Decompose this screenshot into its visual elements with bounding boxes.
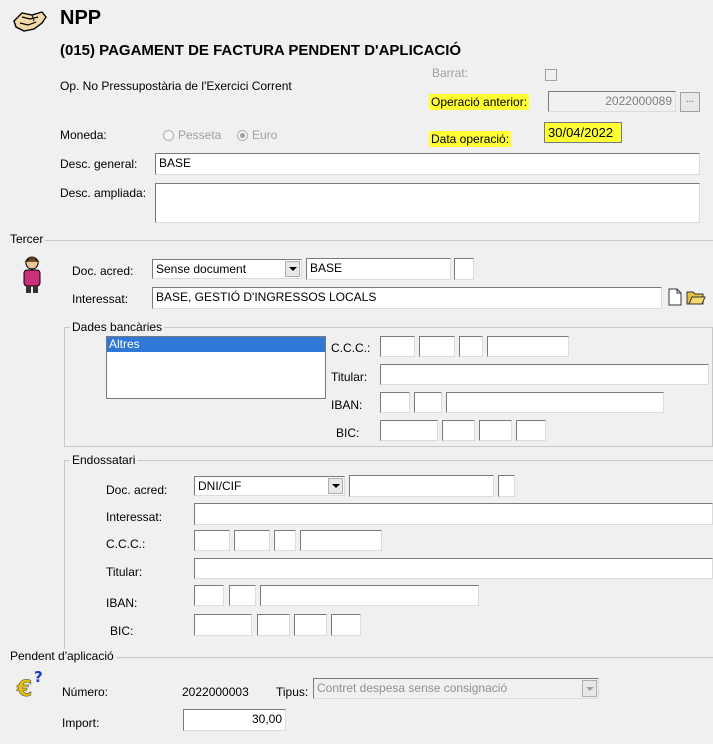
operacio-anterior-browse-button[interactable]: ... (680, 92, 700, 112)
numero-value: 2022000003 (182, 685, 249, 699)
endossatari-iban-label: IBAN: (106, 596, 138, 610)
endossatari-bic-field-4[interactable] (331, 614, 361, 636)
hands-icon (12, 9, 48, 35)
svg-text:?: ? (34, 668, 43, 686)
import-label: Import: (62, 716, 100, 730)
endossatari-ccc-field-3[interactable] (274, 530, 296, 551)
operacio-anterior-label: Operació anterior: (429, 94, 530, 110)
import-field[interactable]: 30,00 (183, 709, 286, 731)
open-folder-icon[interactable] (686, 288, 706, 306)
endossatari-interessat-field[interactable] (194, 503, 713, 525)
tercer-doc-acred-select[interactable]: Sense document (152, 259, 302, 279)
page-title: (015) PAGAMENT DE FACTURA PENDENT D'APLI… (60, 42, 462, 59)
desc-general-label: Desc. general: (60, 157, 138, 171)
tipus-value: Contret despesa sense consignació (317, 681, 508, 695)
moneda-euro-label: Euro (252, 128, 278, 142)
endossatari-bic-field-1[interactable] (194, 614, 252, 636)
tercer-doc-extra-field[interactable] (454, 258, 474, 280)
endossatari-ccc-field-4[interactable] (300, 530, 382, 551)
endossatari-doc-extra-field[interactable] (498, 475, 515, 497)
operacio-anterior-field[interactable]: 2022000089 (548, 91, 676, 112)
iban-label: IBAN: (331, 398, 363, 412)
dades-bancaries-title: Dades bancàries (70, 320, 165, 334)
tipus-label: Tipus: (276, 685, 309, 699)
data-operacio-label: Data operació: (429, 131, 512, 147)
bic-field-3[interactable] (479, 420, 512, 441)
endossatari-title: Endossatari (70, 453, 138, 467)
pendent-section-label: Pendent d'aplicació (8, 649, 116, 663)
moneda-euro-radio[interactable] (237, 130, 248, 141)
data-operacio-field[interactable]: 30/04/2022 (544, 122, 622, 143)
endossatari-doc-acred-value: DNI/CIF (198, 479, 242, 493)
bic-label: BIC: (336, 426, 360, 440)
euro-question-icon: € ? (16, 668, 48, 702)
endossatari-iban-field-1[interactable] (194, 585, 224, 606)
titular-field[interactable] (380, 364, 709, 385)
ccc-field-4[interactable] (487, 336, 569, 357)
numero-label: Número: (62, 685, 109, 699)
person-icon (20, 256, 44, 294)
desc-ampliada-label: Desc. ampliada: (60, 186, 147, 200)
tercer-section-label: Tercer (8, 232, 46, 246)
moneda-pesseta-radio[interactable] (163, 130, 174, 141)
tercer-doc-acred-label: Doc. acred: (72, 264, 134, 278)
desc-general-field[interactable]: BASE (155, 153, 700, 175)
barrat-checkbox[interactable] (545, 69, 557, 81)
endossatari-bic-label: BIC: (110, 624, 134, 638)
ccc-field-1[interactable] (380, 336, 415, 357)
ccc-field-3[interactable] (459, 336, 483, 357)
desc-ampliada-field[interactable] (155, 183, 700, 223)
barrat-label: Barrat: (432, 66, 469, 80)
tercer-interessat-field[interactable]: BASE, GESTIÓ D'INGRESSOS LOCALS (152, 287, 662, 309)
ccc-label: C.C.C.: (331, 341, 371, 355)
svg-text:€: € (16, 677, 32, 700)
moneda-label: Moneda: (60, 128, 107, 142)
endossatari-ccc-field-2[interactable] (234, 530, 270, 551)
new-document-icon[interactable] (667, 288, 683, 306)
list-item[interactable]: Altres (107, 337, 325, 352)
tipus-select[interactable]: Contret despesa sense consignació (313, 678, 599, 699)
tercer-doc-number-field[interactable]: BASE (306, 258, 451, 280)
endossatari-iban-field-2[interactable] (229, 585, 256, 606)
endossatari-iban-field-3[interactable] (260, 585, 479, 606)
chevron-down-icon[interactable] (285, 261, 300, 277)
tercer-separator (8, 240, 713, 241)
chevron-down-icon[interactable] (328, 478, 343, 494)
dades-bancaries-list[interactable]: Altres (106, 336, 326, 399)
iban-field-3[interactable] (446, 392, 664, 413)
endossatari-interessat-label: Interessat: (106, 510, 163, 524)
tercer-doc-acred-value: Sense document (156, 262, 247, 276)
endossatari-ccc-field-1[interactable] (194, 530, 230, 551)
ccc-field-2[interactable] (419, 336, 455, 357)
bic-field-1[interactable] (380, 420, 438, 441)
bic-field-2[interactable] (442, 420, 475, 441)
endossatari-doc-number-field[interactable] (349, 475, 494, 497)
tercer-interessat-label: Interessat: (72, 292, 129, 306)
page-subtitle: Op. No Pressupostària de l'Exercici Corr… (60, 79, 292, 93)
moneda-pesseta-label: Pesseta (178, 128, 222, 142)
titular-label: Titular: (331, 370, 368, 384)
iban-field-2[interactable] (414, 392, 442, 413)
endossatari-doc-acred-label: Doc. acred: (106, 483, 168, 497)
endossatari-titular-label: Titular: (106, 565, 143, 579)
iban-field-1[interactable] (380, 392, 410, 413)
endossatari-ccc-label: C.C.C.: (106, 537, 146, 551)
endossatari-bic-field-2[interactable] (257, 614, 290, 636)
chevron-down-icon[interactable] (582, 680, 597, 697)
endossatari-bic-field-3[interactable] (294, 614, 327, 636)
app-code: NPP (60, 7, 102, 29)
bic-field-4[interactable] (516, 420, 546, 441)
endossatari-titular-field[interactable] (194, 558, 713, 579)
endossatari-doc-acred-select[interactable]: DNI/CIF (194, 476, 345, 496)
